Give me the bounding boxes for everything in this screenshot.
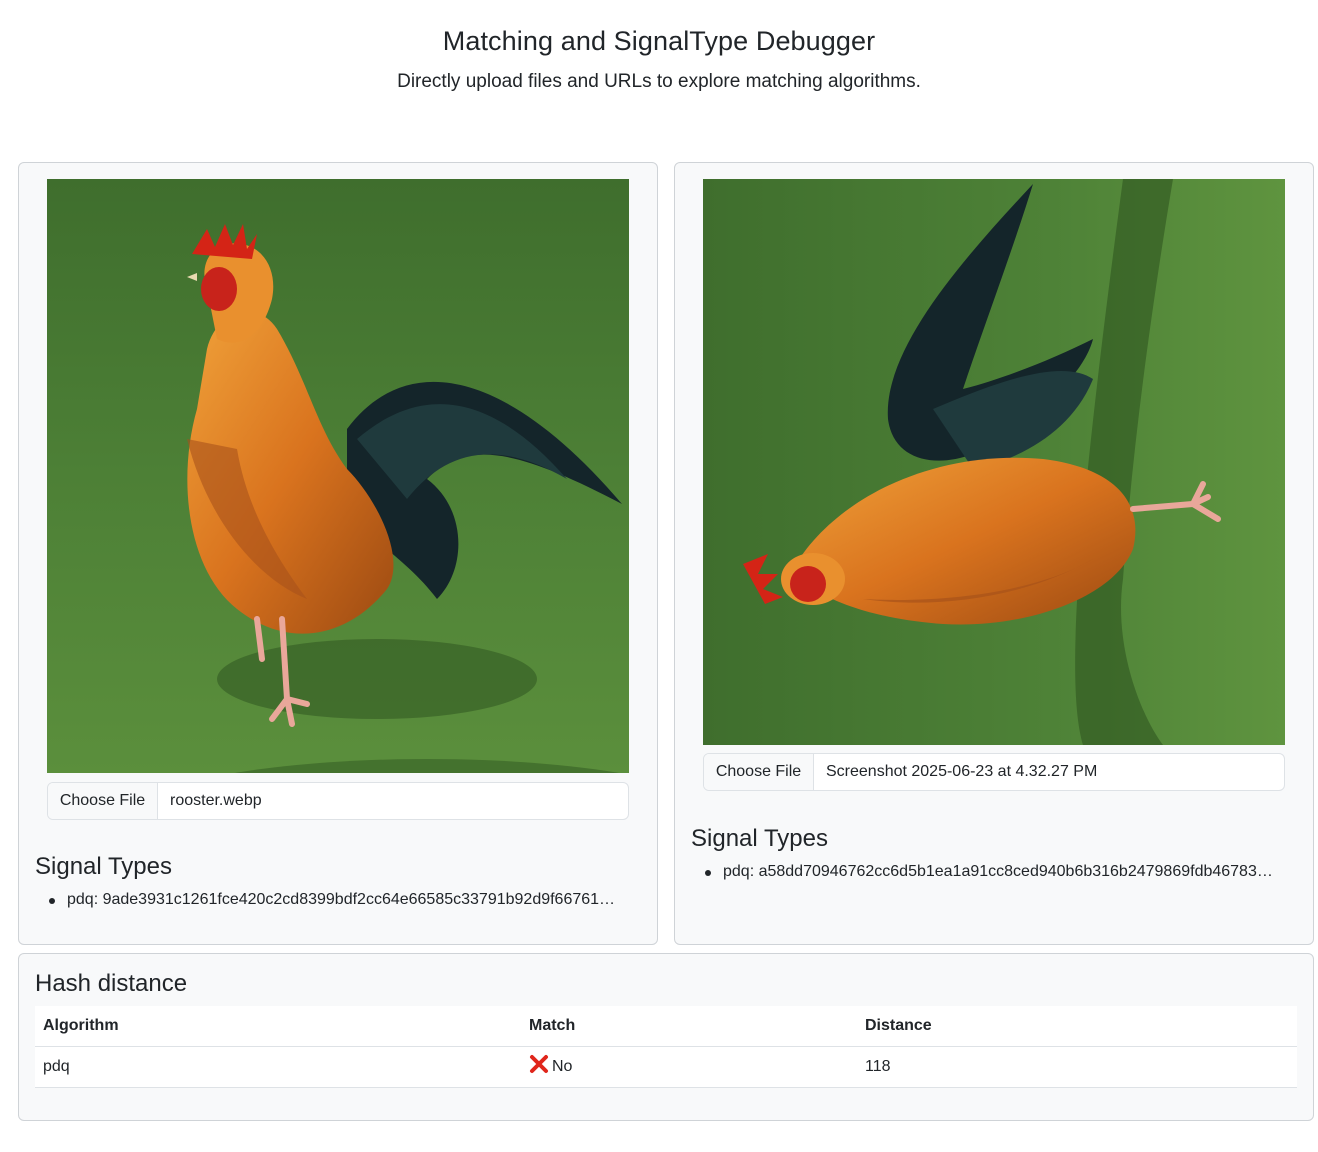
hash-distance-title: Hash distance [35,970,188,997]
algorithm-cell: pdq [35,1046,521,1088]
table-header-row: Algorithm Match Distance [35,1006,1297,1047]
left-signal-types-title: Signal Types [35,853,172,880]
distance-cell: 118 [857,1046,1297,1088]
bullet-icon [705,870,711,876]
left-signal-text: pdq: 9ade3931c1261fce420c2cd8399bdf2cc64… [67,891,616,908]
right-signal-item: pdq: a58dd70946762cc6d5b1ea1a91cc8ced940… [691,863,1303,881]
right-file-name: Screenshot 2025-06-23 at 4.32.27 PM [826,763,1098,780]
left-signal-list: pdq: 9ade3931c1261fce420c2cd8399bdf2cc64… [35,891,645,909]
left-upload-card: Choose File rooster.webp Signal Types pd… [18,162,658,945]
right-choose-file-button[interactable]: Choose File [704,754,814,790]
page-title: Matching and SignalType Debugger [442,26,876,56]
left-file-input[interactable]: Choose File rooster.webp [47,782,629,820]
bullet-icon [49,898,55,904]
hash-distance-table: Algorithm Match Distance pdq No 118 [35,1006,1297,1088]
page-subtitle: Directly upload files and URLs to explor… [397,71,921,92]
match-cell: No [521,1046,857,1088]
rooster-rotated-photo [703,179,1285,745]
hash-distance-card: Hash distance Algorithm Match Distance p… [18,953,1314,1121]
left-signal-item: pdq: 9ade3931c1261fce420c2cd8399bdf2cc64… [35,891,645,909]
column-header-match: Match [521,1006,857,1047]
left-choose-file-button[interactable]: Choose File [48,783,158,819]
column-header-algorithm: Algorithm [35,1006,521,1047]
right-upload-card: Choose File Screenshot 2025-06-23 at 4.3… [674,162,1314,945]
rooster-standing-photo [47,179,629,773]
right-signal-types-title: Signal Types [691,825,828,852]
column-header-distance: Distance [857,1006,1297,1047]
right-signal-text: pdq: a58dd70946762cc6d5b1ea1a91cc8ced940… [723,863,1273,880]
left-file-name: rooster.webp [170,792,262,809]
table-row: pdq No 118 [35,1046,1297,1088]
match-value: No [552,1058,573,1075]
cross-mark-icon [529,1054,549,1079]
right-file-input[interactable]: Choose File Screenshot 2025-06-23 at 4.3… [703,753,1285,791]
right-signal-list: pdq: a58dd70946762cc6d5b1ea1a91cc8ced940… [691,863,1303,881]
